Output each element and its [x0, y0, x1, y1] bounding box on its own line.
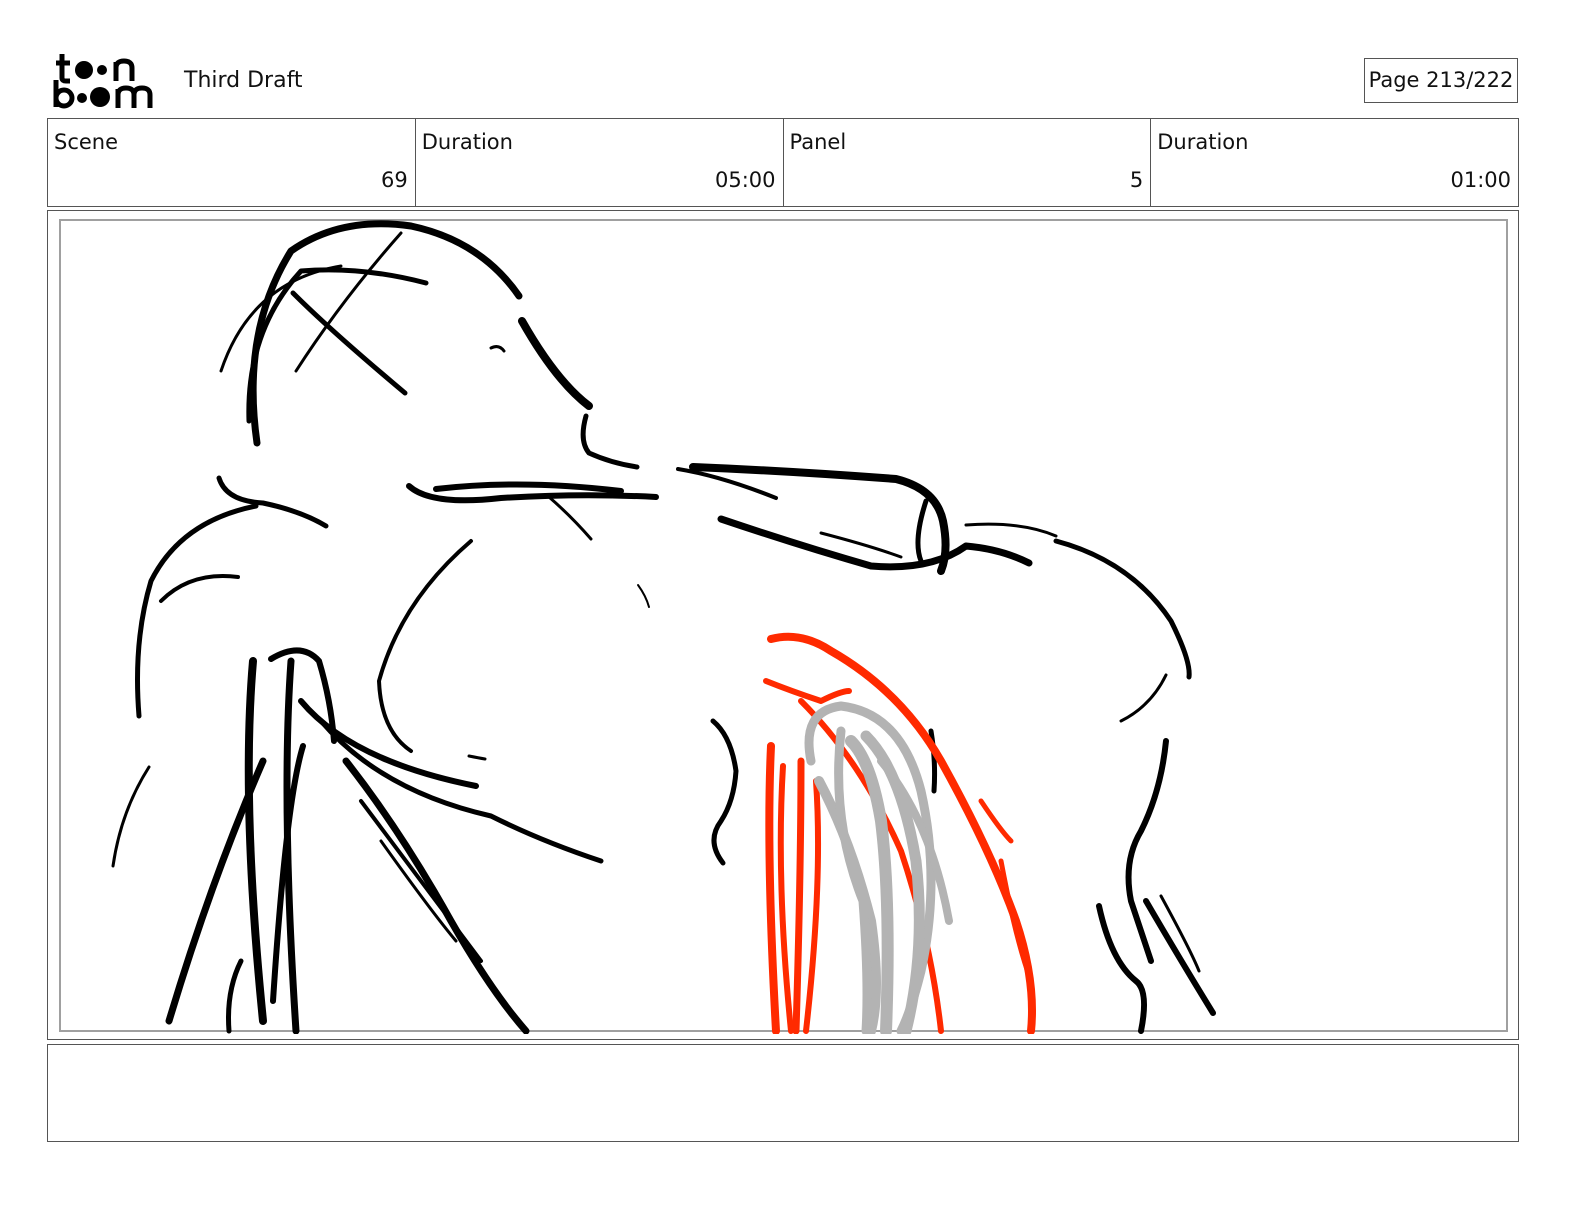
panel-duration-cell: Duration 01:00 — [1151, 119, 1518, 206]
toon-boom-logo — [52, 50, 164, 110]
scene-label: Scene — [54, 130, 119, 154]
panel-info-table: Scene 69 Duration 05:00 Panel 5 Duration… — [47, 118, 1519, 207]
page-number: Page 213/222 — [1364, 58, 1518, 103]
panel-label: Panel — [789, 130, 847, 154]
panel-value: 5 — [1129, 168, 1144, 192]
storyboard-panel — [47, 210, 1519, 1040]
panel-sketch — [59, 219, 1508, 1034]
scene-duration-label: Duration — [421, 130, 513, 154]
red-sketch-strokes — [763, 632, 1036, 1034]
gray-sketch-strokes — [804, 701, 953, 1034]
panel-duration-value: 01:00 — [1450, 168, 1511, 192]
panel-cell: Panel 5 — [784, 119, 1152, 206]
black-sketch-strokes — [111, 220, 1216, 1034]
panel-duration-label: Duration — [1157, 130, 1249, 154]
scene-duration-cell: Duration 05:00 — [416, 119, 784, 206]
scene-duration-value: 05:00 — [714, 168, 776, 192]
scene-cell: Scene 69 — [48, 119, 416, 206]
document-title: Third Draft — [184, 68, 303, 93]
panel-notes-box — [47, 1044, 1519, 1142]
scene-value: 69 — [381, 168, 408, 192]
